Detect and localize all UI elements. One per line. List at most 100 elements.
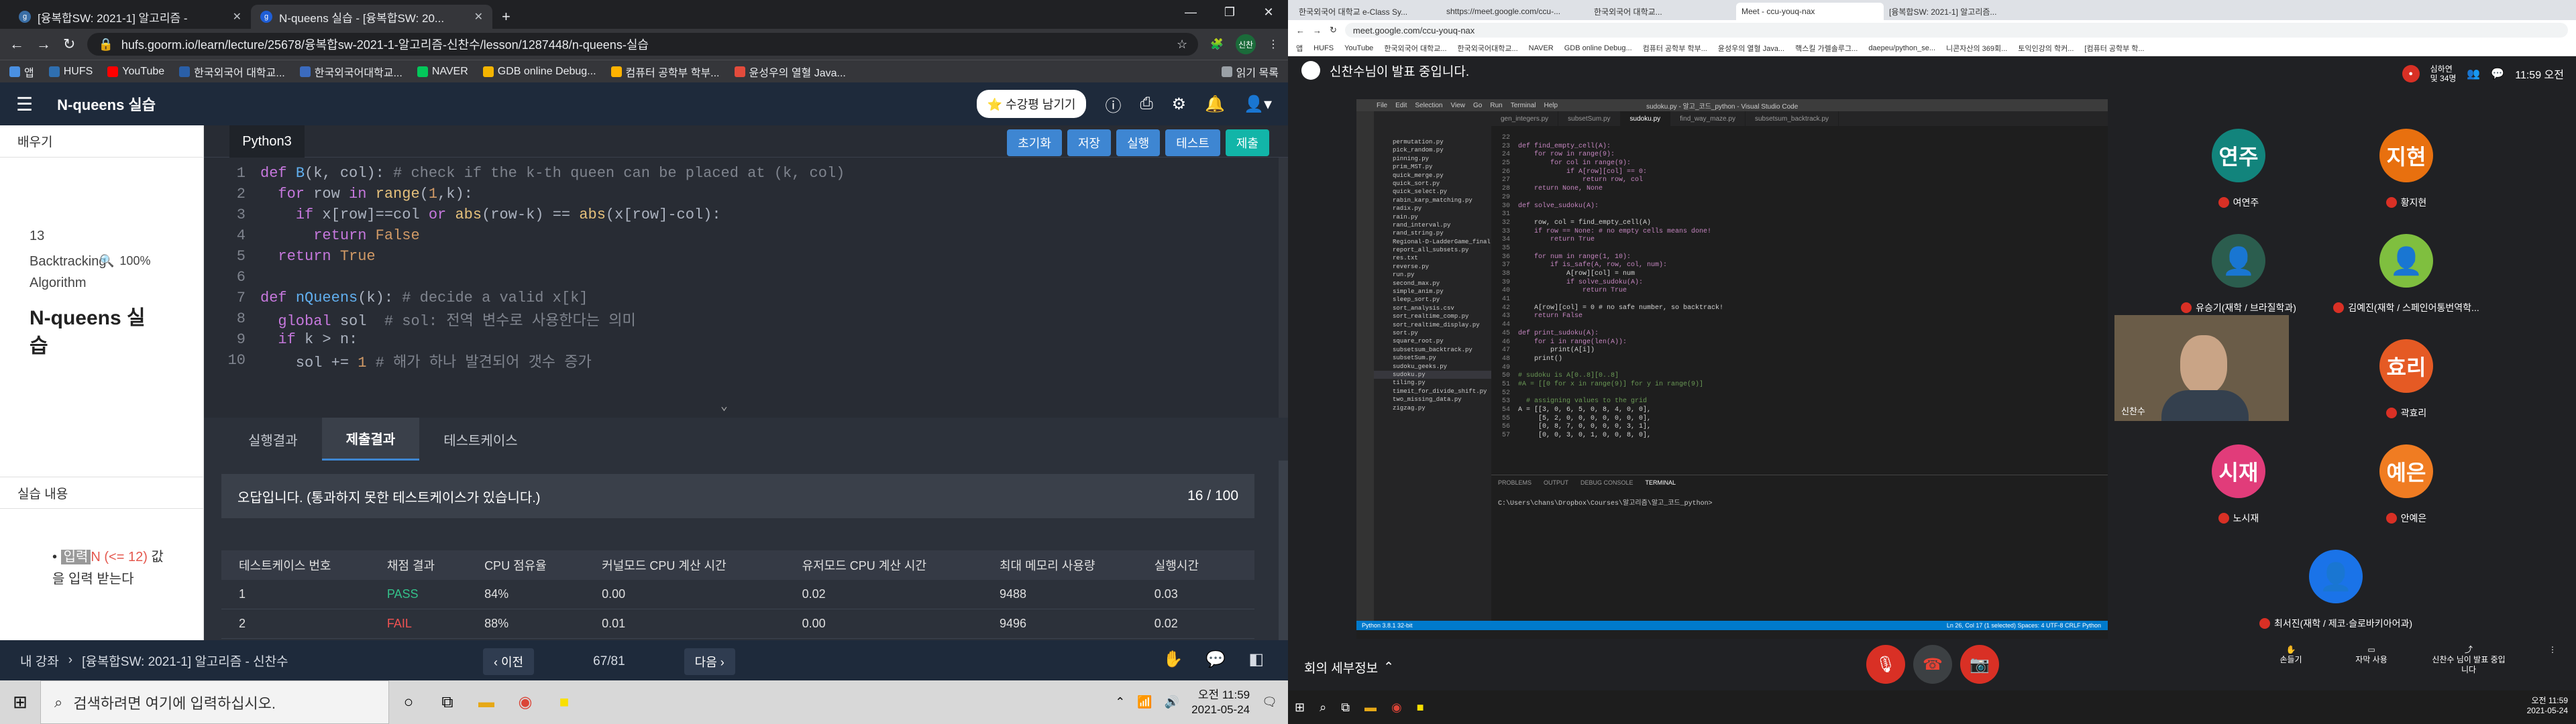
bookmark-hufs-univ[interactable]: 한국외국어 대학교... (179, 64, 285, 80)
browser-tab[interactable]: [융복합SW: 2021-1] 알고리즘... (1884, 3, 2031, 20)
feedback-button[interactable]: ⭐ 수강평 남기기 (976, 90, 1087, 118)
tab-submit-result[interactable]: 제출결과 (321, 418, 420, 461)
participant-tile[interactable]: 👤 유승기(재학 / 브라질학과) (2181, 234, 2296, 335)
more-options-icon[interactable]: ⋮ (2542, 645, 2563, 655)
bookmark-item[interactable]: 윤성우의 열혈 Java... (1718, 43, 1784, 54)
notifications-icon[interactable]: 🗨 (1262, 695, 1277, 709)
bookmark-gdb[interactable]: GDB online Debug... (482, 66, 596, 78)
user-account-icon[interactable]: 👤▾ (1244, 95, 1272, 114)
hang-up-button[interactable]: ☎ (1913, 645, 1952, 684)
raise-hand-button[interactable]: ✋ 손들기 (2267, 645, 2314, 665)
result-scrollbar[interactable] (1279, 461, 1288, 640)
participant-tile[interactable]: 👤 최서진(재학 / 제코·슬로바키아어과) (2259, 550, 2412, 650)
browser-tab[interactable]: 한국외국어 대학교 e-Class Sy... (1293, 3, 1441, 20)
close-window-icon[interactable]: ✕ (1249, 0, 1288, 24)
zoom-control[interactable]: 🔍 100% (99, 254, 150, 268)
bookmark-naver[interactable]: NAVER (417, 66, 468, 78)
code-line[interactable]: 1 def B(k, col): # check if the k-th quee… (204, 163, 845, 184)
profile-avatar[interactable]: 신찬 (1236, 34, 1256, 54)
test-button[interactable]: 테스트 (1165, 129, 1220, 156)
layout-icon[interactable]: ◧ (1248, 650, 1264, 669)
network-icon[interactable]: 📶 (1137, 695, 1152, 709)
code-line[interactable]: 3 if x[row]==col or abs(row-k) == abs(x[… (204, 204, 721, 225)
participant-tile[interactable]: 효리 곽효리 (2353, 339, 2460, 440)
bookmark-java[interactable]: 윤성우의 열혈 Java... (734, 64, 846, 80)
task-view-icon[interactable]: ⧉ (1341, 701, 1350, 715)
kakaotalk-icon[interactable]: ■ (1417, 701, 1424, 715)
bookmark-item[interactable]: HUFS (1313, 44, 1334, 52)
more-icon[interactable]: ⋮ (1268, 38, 1279, 51)
taskbar-search-input[interactable]: ⌕ 검색하려면 여기에 입력하십시오. (40, 680, 389, 724)
browser-tab-course[interactable]: g [융복합SW: 2021-1] 알고리즘 - ✕ (9, 5, 251, 29)
bookmark-youtube[interactable]: YouTube (107, 66, 164, 78)
camera-off-button[interactable]: 📷 (1960, 645, 1999, 684)
bookmark-item[interactable]: 한국외국어 대학교... (1384, 43, 1446, 54)
code-line[interactable]: 4 return False (204, 225, 420, 246)
mic-off-button[interactable]: 🎙 (1866, 645, 1905, 684)
url-input[interactable]: 🔒 hufs.goorm.io/learn/lecture/25678/융복합s… (87, 33, 1199, 56)
code-editor[interactable]: 1 def B(k, col): # check if the k-th quee… (204, 158, 1288, 418)
browser-tab-meet[interactable]: Meet - ccu-youq-nax (1736, 3, 1884, 20)
forward-icon[interactable]: → (36, 36, 51, 53)
print-icon[interactable]: ⎙ (1140, 95, 1152, 113)
tray-up-icon[interactable]: ⌃ (1115, 695, 1125, 709)
tab-testcases[interactable]: 테스트케이스 (419, 418, 541, 461)
task-view-icon[interactable]: ⧉ (428, 680, 467, 724)
bookmark-item[interactable]: NAVER (1529, 44, 1554, 52)
bookmark-item[interactable]: YouTube (1344, 44, 1373, 52)
participant-tile[interactable]: 시재 노시재 (2185, 444, 2292, 545)
bookmark-hufs-univ-2[interactable]: 한국외국어대학교... (299, 64, 402, 80)
hamburger-menu-icon[interactable]: ☰ (16, 93, 33, 115)
file-explorer-icon[interactable]: ▬ (467, 680, 506, 724)
reset-button[interactable]: 초기화 (1007, 129, 1062, 156)
attendee-summary[interactable]: 심하연 및 34명 (2430, 64, 2457, 83)
volume-icon[interactable]: 🔊 (1165, 695, 1179, 709)
bookmark-item[interactable]: 앱 (1296, 43, 1303, 54)
code-line[interactable]: 2 for row in range(1,k): (204, 184, 473, 204)
back-icon[interactable]: ← (9, 36, 24, 53)
save-button[interactable]: 저장 (1067, 129, 1112, 156)
code-line[interactable]: 5 return True (204, 246, 376, 267)
participant-tile[interactable]: 예은 안예은 (2353, 444, 2460, 545)
chat-icon[interactable]: 💬 (1205, 650, 1226, 669)
breadcrumb-home[interactable]: 내 강좌 (20, 652, 59, 670)
browser-tab[interactable]: 한국외국어 대학교... (1589, 3, 1736, 20)
extension-icon[interactable]: 🧩 (1210, 38, 1224, 51)
star-icon[interactable]: ☆ (1177, 38, 1187, 52)
chevron-up-icon[interactable]: ⌃ (1383, 660, 1394, 675)
bookmark-item[interactable]: 니콘자산의 369회... (1946, 43, 2007, 54)
next-button[interactable]: 다음 › (684, 648, 735, 675)
taskbar-clock[interactable]: 오전 11:59 2021-05-24 (1191, 688, 1250, 717)
code-line[interactable]: 7 def nQueens(k): # decide a valid x[k] (204, 288, 588, 308)
close-tab-icon[interactable]: ✕ (474, 10, 483, 23)
browser-tab-nqueens[interactable]: g N-queens 실습 - [융복합SW: 20... ✕ (251, 5, 492, 29)
chat-icon[interactable]: 💬 (2491, 67, 2504, 80)
participant-tile[interactable]: 👤 김예진(재학 / 스페인어통번역학... (2333, 234, 2479, 335)
reload-icon[interactable]: ↻ (63, 36, 75, 53)
code-line[interactable]: 6 (204, 267, 260, 288)
captions-button[interactable]: ▭ 자막 사용 (2348, 645, 2395, 665)
info-icon[interactable]: ⓘ (1105, 93, 1121, 116)
bookmark-item[interactable]: 컴퓨터 공학부 학부... (1643, 43, 1707, 54)
code-line[interactable]: 8 global sol # sol: 전역 변수로 사용한다는 의미 (204, 308, 636, 330)
code-line[interactable]: 9 if k > n: (204, 329, 358, 350)
minimize-icon[interactable]: — (1171, 0, 1210, 24)
windows-start-icon[interactable]: ⊞ (1295, 701, 1305, 715)
people-icon[interactable]: 👥 (2467, 67, 2480, 80)
new-tab-icon[interactable]: + (492, 5, 520, 29)
notification-bell-icon[interactable]: 🔔 (1205, 95, 1225, 114)
prev-button[interactable]: ‹ 이전 (483, 648, 535, 675)
meet-url-input[interactable]: meet.google.com/ccu-youq-nax (1344, 23, 2568, 38)
run-button[interactable]: 실행 (1116, 129, 1161, 156)
cortana-icon[interactable]: ○ (389, 680, 428, 724)
meeting-details[interactable]: 회의 세부정보 (1304, 658, 1378, 676)
maximize-icon[interactable]: ❐ (1210, 0, 1249, 24)
bookmark-item[interactable]: daepeu/python_se... (1868, 44, 1935, 52)
editor-scrollbar[interactable] (1279, 158, 1288, 418)
search-icon[interactable]: ⌕ (1320, 701, 1326, 715)
present-button[interactable]: ⤴ 신찬수 님이 발표 중입니다 (2428, 645, 2509, 675)
tab-run-result[interactable]: 실행결과 (224, 418, 322, 461)
browser-tab[interactable]: shttps://meet.google.com/ccu-... (1441, 3, 1589, 20)
bookmark-item[interactable]: GDB online Debug... (1564, 44, 1632, 52)
kakaotalk-icon[interactable]: ■ (545, 680, 584, 724)
